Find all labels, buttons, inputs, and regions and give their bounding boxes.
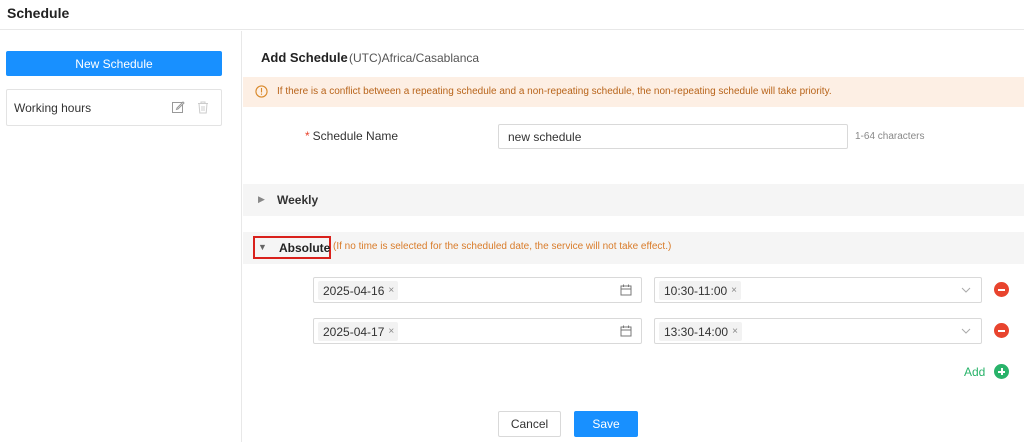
- top-bar: Schedule: [0, 0, 1024, 30]
- time-tag: 13:30-14:00 ×: [659, 322, 742, 341]
- date-tag: 2025-04-17 ×: [318, 322, 399, 341]
- absolute-toggle[interactable]: ▼ Absolute: [253, 236, 331, 259]
- date-tag: 2025-04-16 ×: [318, 281, 399, 300]
- caret-right-icon: ▶: [258, 194, 265, 204]
- weekly-label: Weekly: [277, 193, 319, 207]
- edit-icon[interactable]: [171, 100, 185, 114]
- schedule-list-item[interactable]: Working hours: [6, 89, 222, 126]
- remove-row-icon[interactable]: [994, 323, 1009, 338]
- schedule-name-input[interactable]: [498, 124, 848, 149]
- conflict-warning-banner: If there is a conflict between a repeati…: [243, 77, 1024, 107]
- date-picker[interactable]: 2025-04-16 ×: [313, 277, 642, 303]
- time-select[interactable]: 13:30-14:00 ×: [654, 318, 982, 344]
- cancel-button[interactable]: Cancel: [498, 411, 561, 437]
- form-title: Add Schedule: [261, 50, 348, 65]
- schedule-item-name: Working hours: [14, 101, 92, 115]
- add-row-link[interactable]: Add: [964, 365, 985, 379]
- delete-icon[interactable]: [196, 100, 210, 114]
- add-icon[interactable]: [994, 364, 1009, 379]
- tag-close-icon[interactable]: ×: [388, 285, 394, 296]
- sidebar: New Schedule Working hours: [0, 31, 242, 442]
- tag-close-icon[interactable]: ×: [731, 285, 737, 296]
- page-title: Schedule: [7, 5, 70, 21]
- main-panel: Add Schedule (UTC)Africa/Casablanca If t…: [243, 31, 1024, 442]
- time-select[interactable]: 10:30-11:00 ×: [654, 277, 982, 303]
- calendar-icon: [620, 284, 632, 296]
- new-schedule-button[interactable]: New Schedule: [6, 51, 222, 76]
- info-icon: [255, 85, 268, 98]
- caret-down-icon: ▼: [258, 242, 267, 252]
- name-length-hint: 1-64 characters: [855, 131, 925, 142]
- time-tag: 10:30-11:00 ×: [659, 281, 742, 300]
- remove-row-icon[interactable]: [994, 282, 1009, 297]
- time-tag-text: 13:30-14:00: [664, 324, 729, 339]
- date-picker[interactable]: 2025-04-17 ×: [313, 318, 642, 344]
- calendar-icon: [620, 325, 632, 337]
- chevron-down-icon: [961, 328, 971, 334]
- date-tag-text: 2025-04-17: [323, 324, 385, 339]
- warning-text: If there is a conflict between a repeati…: [277, 86, 832, 97]
- absolute-note: (If no time is selected for the schedule…: [333, 241, 672, 252]
- date-tag-text: 2025-04-16: [323, 283, 385, 298]
- required-mark: *: [305, 129, 310, 143]
- timezone-label: (UTC)Africa/Casablanca: [349, 51, 480, 65]
- weekly-section-header[interactable]: ▶ Weekly: [243, 184, 1024, 216]
- schedule-name-label: * Schedule Name: [305, 129, 398, 143]
- tag-close-icon[interactable]: ×: [388, 326, 394, 337]
- absolute-row: 2025-04-17 × 13:30-14:00 ×: [313, 318, 1024, 344]
- save-button[interactable]: Save: [574, 411, 638, 437]
- tag-close-icon[interactable]: ×: [732, 326, 738, 337]
- chevron-down-icon: [961, 287, 971, 293]
- absolute-section-header: ▼ Absolute (If no time is selected for t…: [243, 232, 1024, 264]
- schedule-name-label-text: Schedule Name: [312, 129, 399, 143]
- time-tag-text: 10:30-11:00: [664, 283, 728, 298]
- absolute-row: 2025-04-16 × 10:30-11:00 ×: [313, 277, 1024, 303]
- absolute-label: Absolute: [279, 241, 331, 255]
